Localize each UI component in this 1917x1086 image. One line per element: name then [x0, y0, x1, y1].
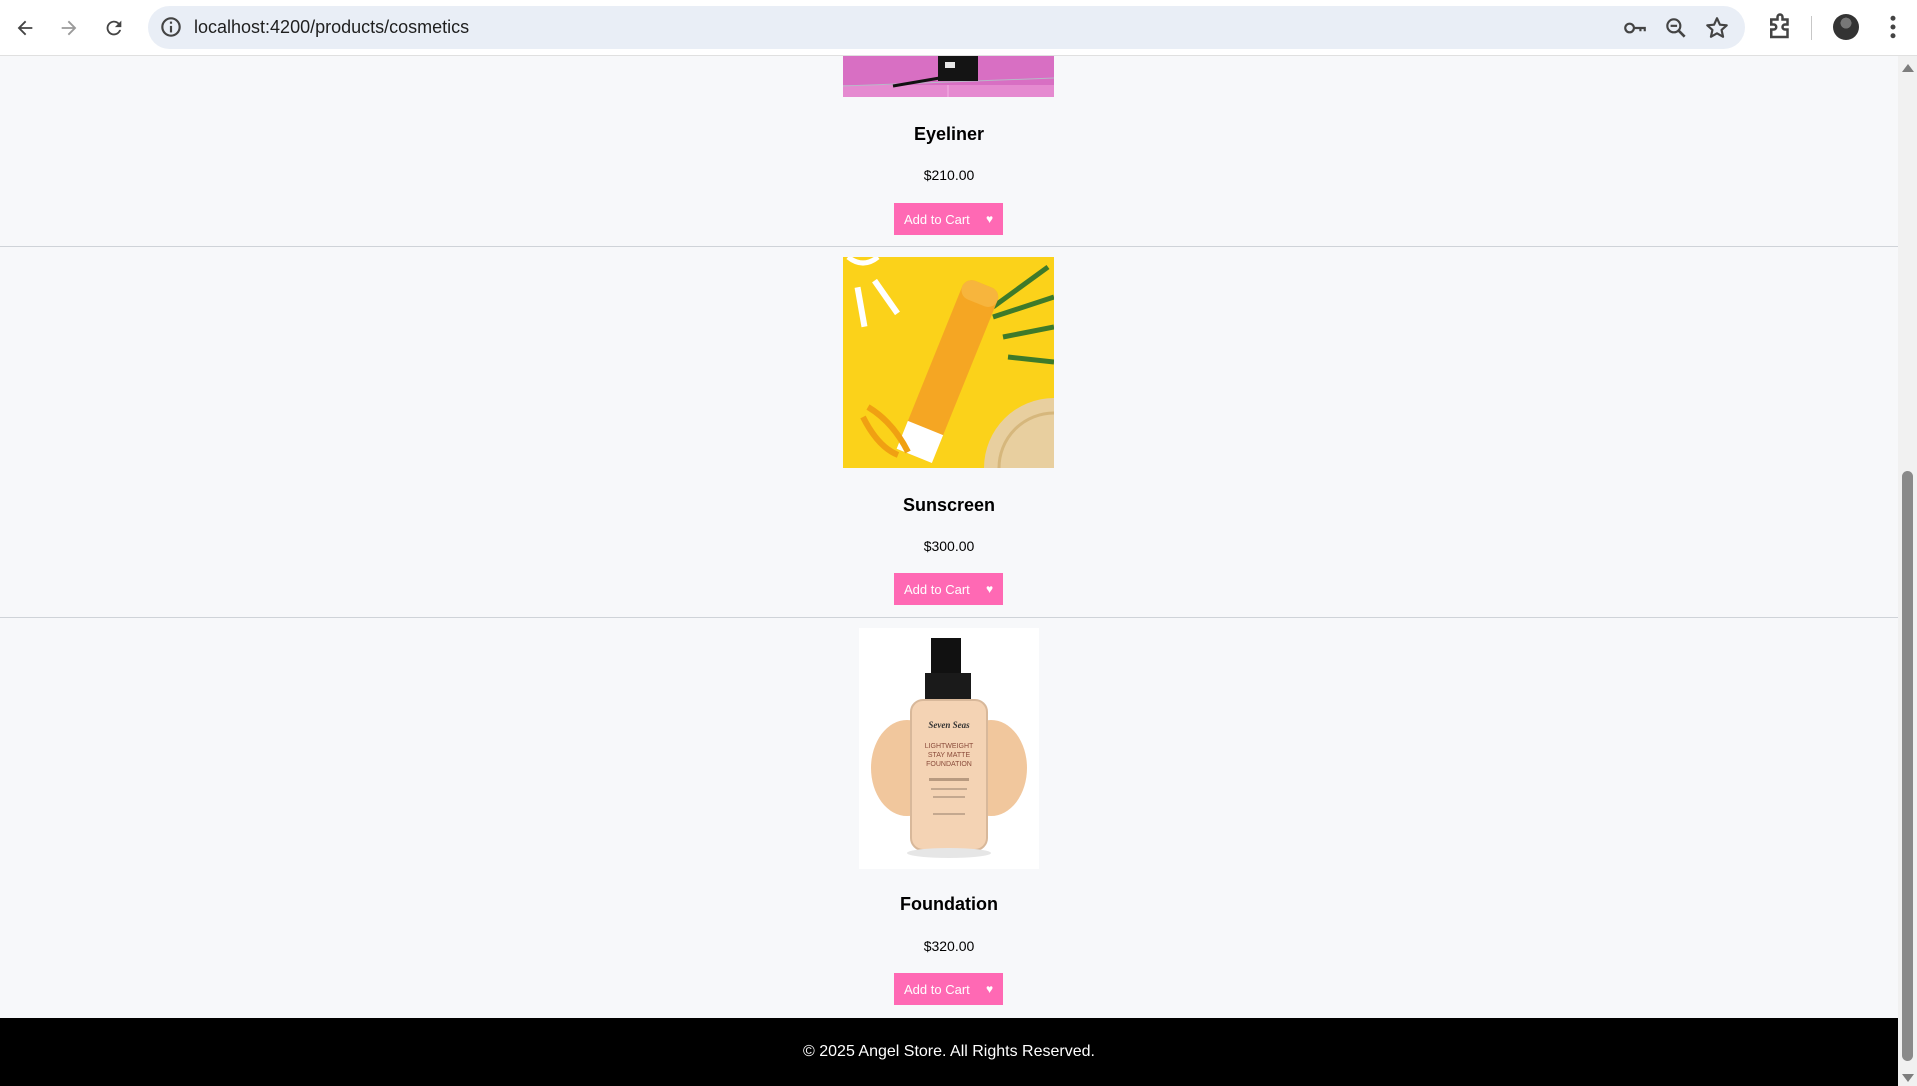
- product-image-sunscreen[interactable]: [843, 257, 1054, 468]
- toolbar-divider: [1811, 16, 1812, 40]
- foundation-label-line2: STAY MATTE: [928, 752, 971, 759]
- product-card-eyeliner: Eyeliner $210.00 Add to Cart ♥: [0, 56, 1898, 247]
- forward-arrow-icon: [61, 20, 77, 36]
- add-to-cart-button[interactable]: Add to Cart: [894, 203, 976, 235]
- vertical-scrollbar[interactable]: [1898, 56, 1917, 1086]
- extensions-icon[interactable]: [1765, 12, 1795, 42]
- wishlist-heart-button[interactable]: ♥: [976, 973, 1003, 1005]
- heart-icon: ♥: [985, 212, 994, 226]
- address-bar[interactable]: localhost:4200/products/cosmetics: [148, 6, 1745, 49]
- product-card-sunscreen: Sunscreen $300.00 Add to Cart ♥: [0, 247, 1898, 618]
- foundation-label-line3: FOUNDATION: [926, 761, 972, 768]
- zoom-icon[interactable]: [1663, 15, 1689, 41]
- product-name: Foundation: [900, 894, 998, 914]
- site-footer: © 2025 Angel Store. All Rights Reserved.: [0, 1018, 1898, 1086]
- add-to-cart-button[interactable]: Add to Cart: [894, 973, 976, 1005]
- footer-copyright: © 2025 Angel Store. All Rights Reserved.: [803, 1043, 1095, 1060]
- menu-dots-icon[interactable]: [1878, 12, 1908, 42]
- add-to-cart-button[interactable]: Add to Cart: [894, 573, 976, 605]
- reload-icon: [106, 20, 122, 36]
- add-to-cart-group: Add to Cart ♥: [894, 573, 1003, 605]
- product-name: Eyeliner: [913, 124, 985, 144]
- product-image-eyeliner[interactable]: [843, 56, 1054, 97]
- product-name: Sunscreen: [902, 495, 996, 515]
- page-viewport: Eyeliner $210.00 Add to Cart ♥ Sunscreen…: [0, 56, 1898, 1086]
- wishlist-heart-button[interactable]: ♥: [976, 573, 1003, 605]
- site-info-icon[interactable]: [158, 14, 184, 40]
- wishlist-heart-button[interactable]: ♥: [976, 203, 1003, 235]
- bookmark-star-icon[interactable]: [1704, 15, 1730, 41]
- url-text[interactable]: localhost:4200/products/cosmetics: [194, 17, 469, 38]
- heart-icon: ♥: [985, 582, 994, 596]
- foundation-label-brand: Seven Seas: [928, 720, 970, 730]
- product-price: $320.00: [923, 938, 975, 954]
- product-price: $300.00: [923, 538, 975, 554]
- forward-button[interactable]: [51, 10, 87, 46]
- add-to-cart-group: Add to Cart ♥: [894, 203, 1003, 235]
- back-arrow-icon: [17, 20, 33, 36]
- reload-button[interactable]: [96, 10, 132, 46]
- password-key-icon[interactable]: [1622, 15, 1648, 41]
- profile-avatar[interactable]: [1833, 14, 1859, 40]
- scroll-down-arrow-icon[interactable]: [1902, 1074, 1914, 1082]
- product-card-foundation: Seven Seas LIGHTWEIGHT STAY MATTE FOUNDA…: [0, 618, 1898, 1018]
- scroll-up-arrow-icon[interactable]: [1902, 64, 1914, 72]
- product-image-foundation[interactable]: Seven Seas LIGHTWEIGHT STAY MATTE FOUNDA…: [859, 628, 1039, 869]
- product-price: $210.00: [923, 167, 975, 183]
- back-button[interactable]: [7, 10, 43, 46]
- scroll-thumb[interactable]: [1902, 471, 1913, 1061]
- foundation-label-line1: LIGHTWEIGHT: [925, 743, 974, 750]
- browser-toolbar: localhost:4200/products/cosmetics: [0, 0, 1917, 56]
- heart-icon: ♥: [985, 982, 994, 996]
- add-to-cart-group: Add to Cart ♥: [894, 973, 1003, 1005]
